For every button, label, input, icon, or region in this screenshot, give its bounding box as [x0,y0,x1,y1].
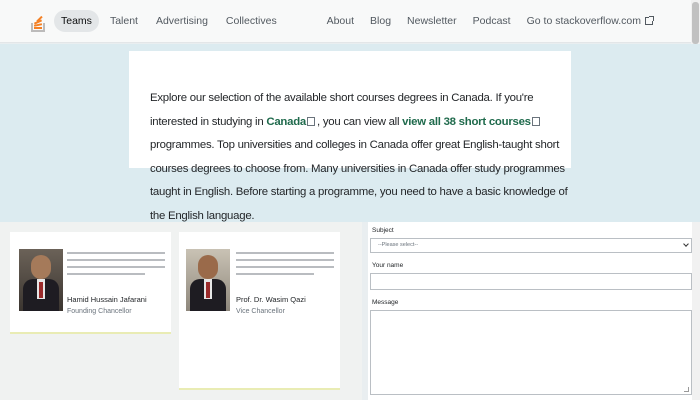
subject-select-value: --Please select-- [378,242,419,248]
profile-card: Prof. Dr. Wasim Qazi Vice Chancellor [179,232,340,390]
message-label: Message [372,299,399,306]
name-label: Your name [372,262,404,269]
nav-item-advertising[interactable]: Advertising [149,10,215,32]
nav-item-podcast[interactable]: Podcast [466,10,518,32]
blurb-text-3: programmes. Top universities and college… [150,139,568,222]
nav-item-about[interactable]: About [320,10,361,32]
view-all-courses-link[interactable]: view all 38 short courses [402,116,531,128]
chevron-down-icon [683,241,689,247]
top-nav: Teams Talent Advertising Collectives Abo… [0,0,700,43]
courses-description: Explore our selection of the available s… [150,87,570,228]
scrollbar-thumb[interactable] [692,2,699,44]
nav-item-collectives[interactable]: Collectives [219,10,284,32]
nav-item-go-to-stackoverflow[interactable]: Go to stackoverflow.com [520,10,660,32]
blurb-text-2: , you can view all [317,115,403,128]
go-to-stackoverflow-label: Go to stackoverflow.com [526,15,641,27]
profile-name: Hamid Hussain Jafarani [67,295,147,304]
profile-role: Founding Chancellor [67,308,132,315]
external-link-icon [645,16,654,25]
name-input[interactable] [370,273,692,290]
message-textarea[interactable] [370,310,692,395]
external-link-icon [531,116,540,126]
subject-label: Subject [372,227,394,234]
resize-handle-icon[interactable] [684,387,689,392]
profile-card: Hamid Hussain Jafarani Founding Chancell… [10,232,171,334]
profile-bio-text [236,252,334,280]
subject-select[interactable]: --Please select-- [370,238,692,253]
profile-role: Vice Chancellor [236,308,285,315]
external-link-icon [307,116,315,126]
nav-item-teams[interactable]: Teams [54,10,99,32]
nav-item-talent[interactable]: Talent [103,10,145,32]
profile-photo [19,249,63,311]
stackoverflow-logo-icon[interactable] [31,10,45,32]
nav-item-blog[interactable]: Blog [363,10,398,32]
profile-bio-text [67,252,165,280]
canada-link[interactable]: Canada [266,116,306,128]
nav-item-newsletter[interactable]: Newsletter [400,10,464,32]
profile-name: Prof. Dr. Wasim Qazi [236,295,306,304]
profile-photo [186,249,230,311]
